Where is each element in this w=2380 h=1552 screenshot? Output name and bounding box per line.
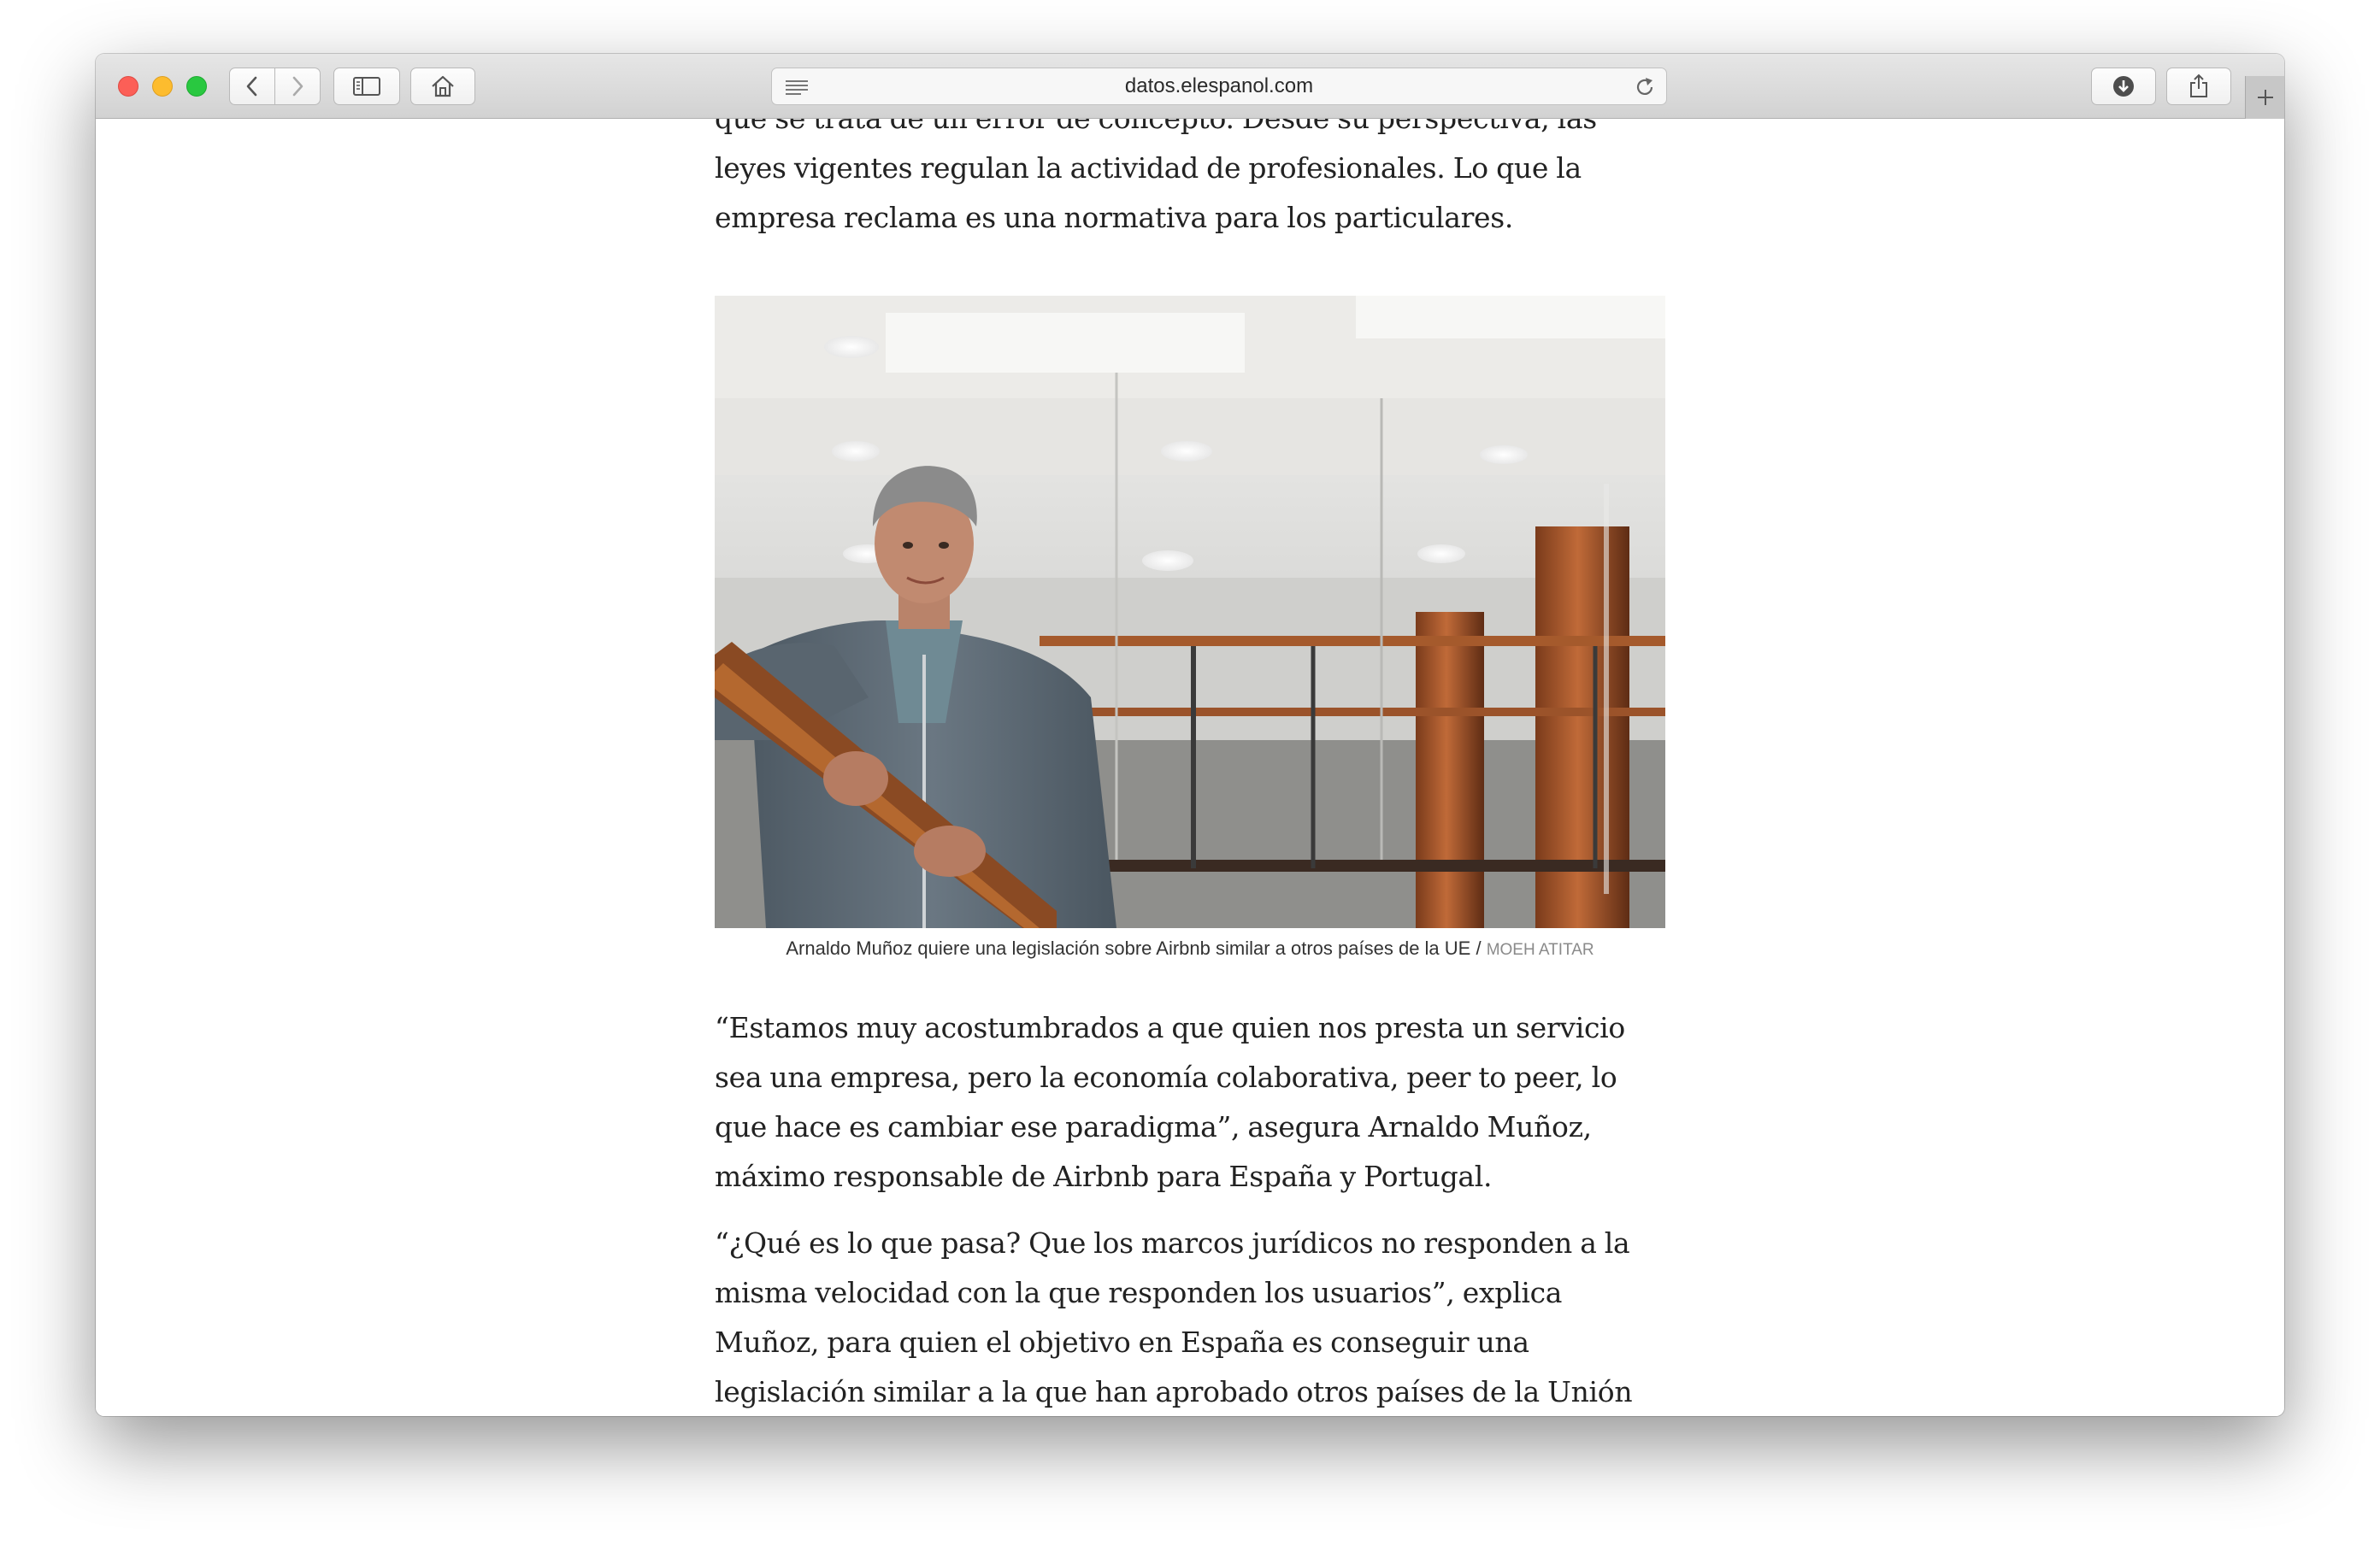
article-paragraph: “¿Qué es lo que pasa? Que los marcos jur… [715, 1226, 1633, 1408]
figure-caption: Arnaldo Muñoz quiere una legislación sob… [715, 937, 1665, 962]
article-paragraph: que se trata de un error de concepto. De… [715, 119, 1597, 234]
new-tab-button[interactable] [2245, 76, 2284, 119]
page-content[interactable]: que se trata de un error de concepto. De… [96, 119, 2284, 1416]
back-button[interactable] [229, 68, 275, 105]
minimize-window-button[interactable] [152, 76, 173, 97]
close-window-button[interactable] [118, 76, 138, 97]
article-paragraph: “Estamos muy acostumbrados a que quien n… [715, 1011, 1625, 1193]
photo-man-at-railing [715, 296, 1665, 928]
chevron-left-icon [246, 76, 257, 97]
plus-icon [2257, 90, 2273, 105]
home-button[interactable] [410, 68, 475, 105]
forward-button[interactable] [274, 68, 321, 105]
photo-credit: MOEH ATITAR [1486, 941, 1594, 959]
caption-text: Arnaldo Muñoz quiere una legislación sob… [786, 938, 1482, 959]
home-icon [432, 75, 454, 97]
sidebar-button[interactable] [333, 68, 400, 105]
download-icon [2113, 76, 2134, 97]
toolbar: datos.elespanol.com [96, 54, 2284, 119]
sidebar-icon [353, 77, 380, 96]
reload-icon[interactable] [1634, 76, 1656, 98]
downloads-button[interactable] [2091, 68, 2156, 105]
maximize-window-button[interactable] [186, 76, 207, 97]
chevron-right-icon [292, 76, 303, 97]
article-photo [715, 296, 1665, 928]
url-text[interactable]: datos.elespanol.com [772, 68, 1666, 104]
article-body: que se trata de un error de concepto. De… [715, 119, 1665, 1416]
browser-window: datos.elespanol.com leyes vigentes regul… [96, 54, 2284, 1416]
share-button[interactable] [2166, 68, 2231, 105]
share-icon [2190, 73, 2207, 97]
address-bar[interactable]: datos.elespanol.com [771, 68, 1667, 105]
article-figure: Arnaldo Muñoz quiere una legislación sob… [715, 296, 1665, 962]
